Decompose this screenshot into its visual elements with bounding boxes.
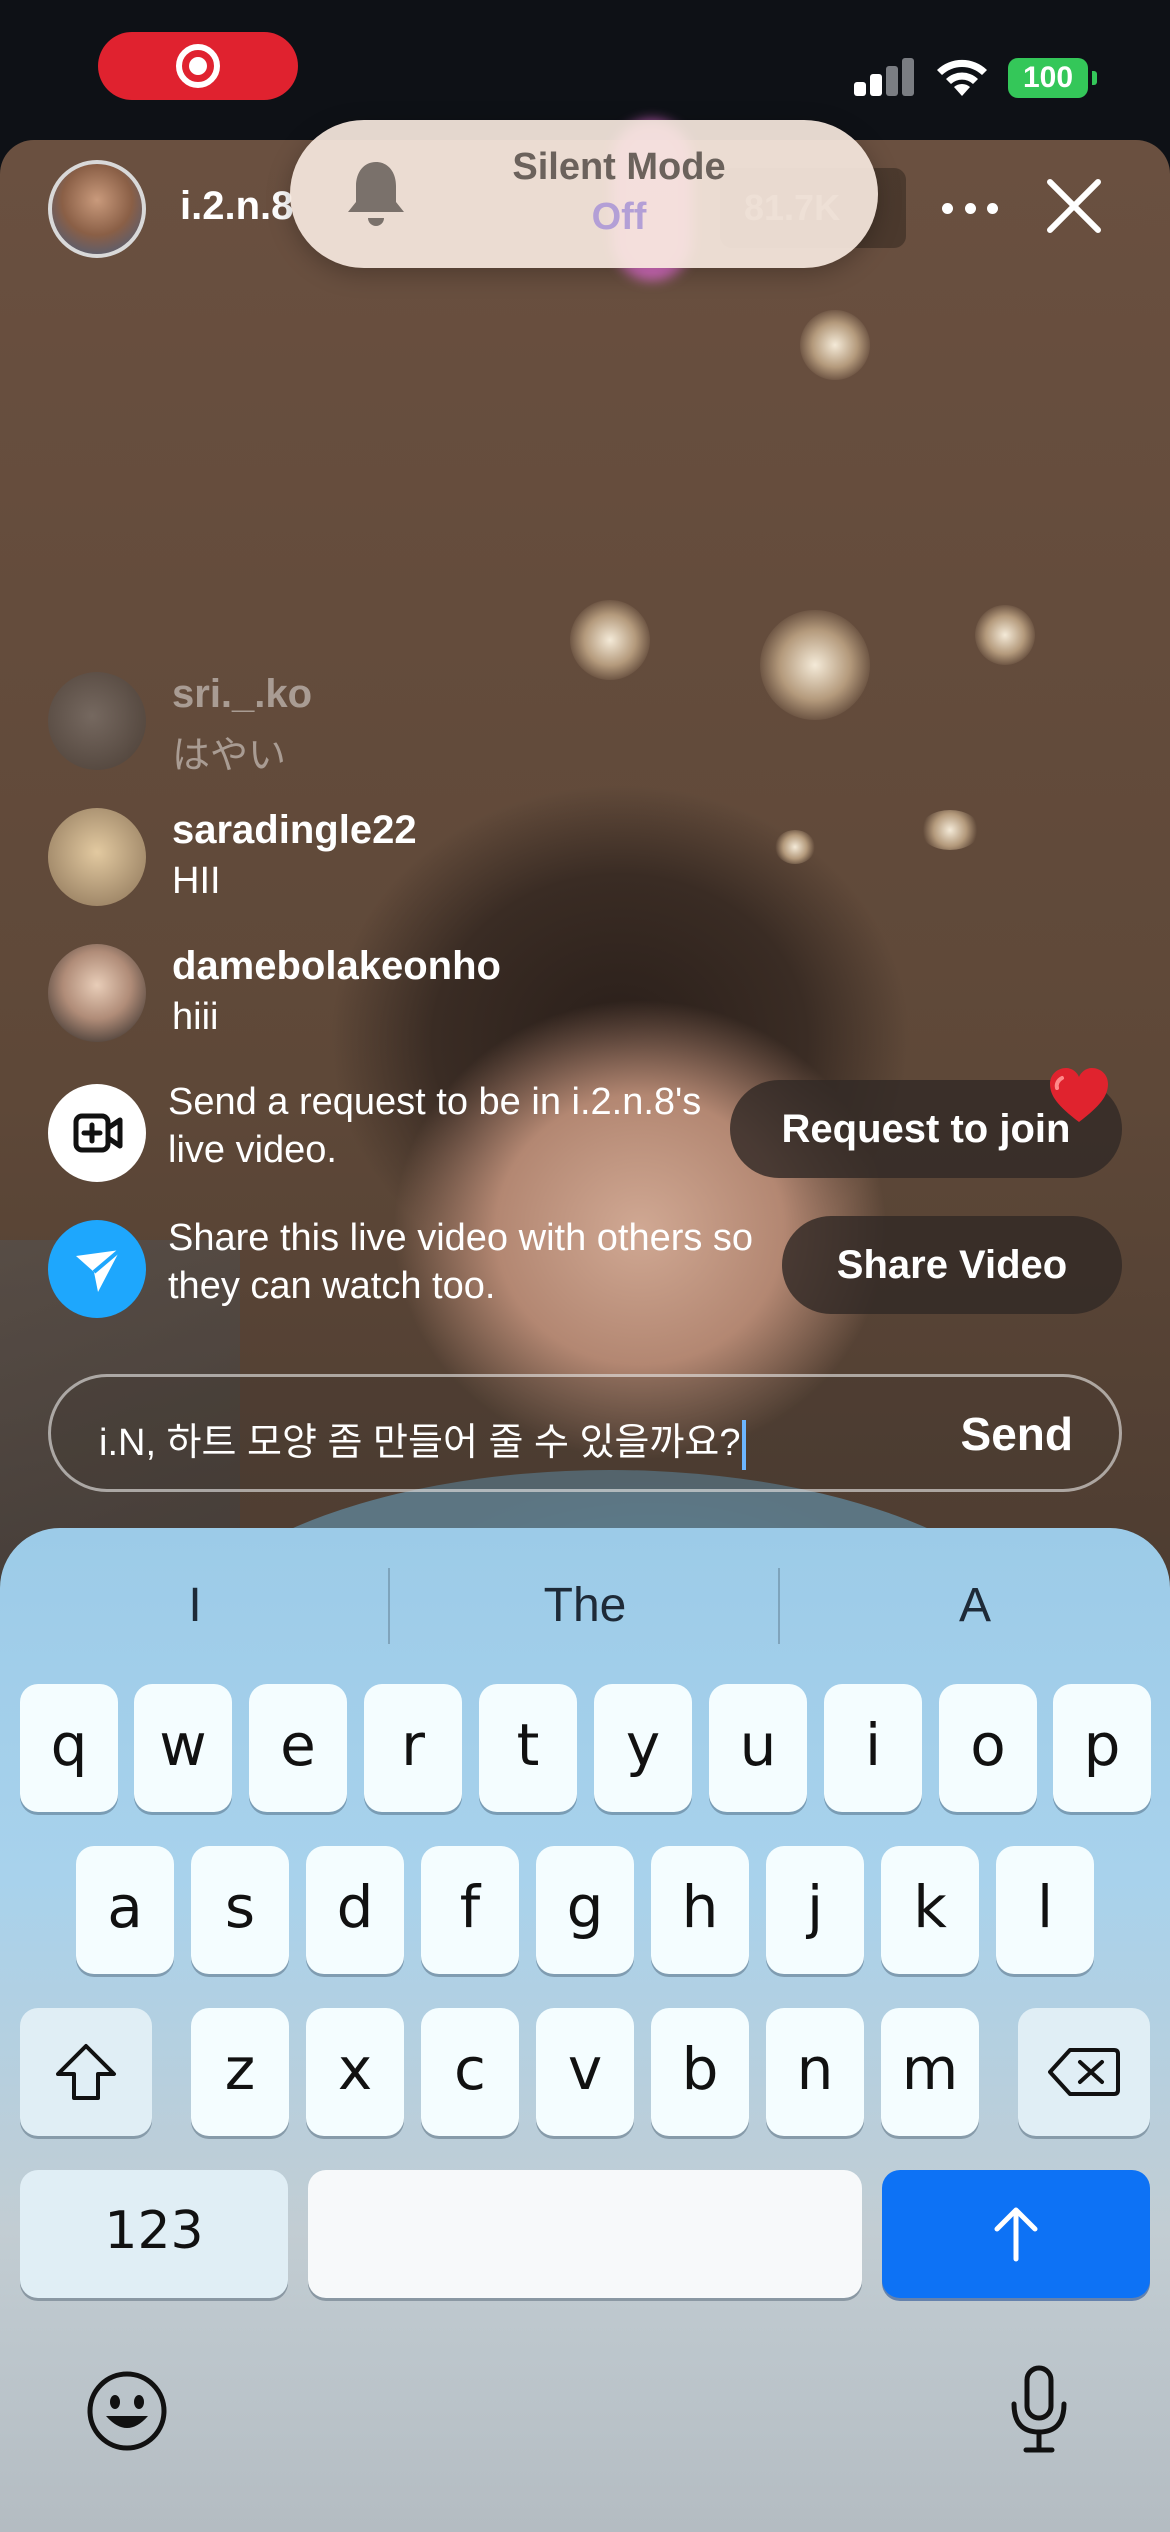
more-options-icon[interactable] <box>942 180 998 236</box>
key-o[interactable]: o <box>939 1684 1037 1812</box>
shift-key[interactable] <box>20 2008 152 2136</box>
comment-text: hiii <box>172 996 219 1038</box>
comment-text: HII <box>172 860 221 902</box>
key-d[interactable]: d <box>306 1846 404 1974</box>
share-send-icon <box>48 1220 146 1318</box>
screen-recording-indicator[interactable] <box>98 32 298 100</box>
comment-item[interactable]: saradingle22 HII <box>48 808 748 908</box>
comment-username[interactable]: sri._.ko <box>172 672 312 717</box>
text-caret <box>742 1419 747 1470</box>
arrow-up-icon <box>994 2207 1038 2262</box>
host-username[interactable]: i.2.n.8 <box>180 184 293 229</box>
key-c[interactable]: c <box>421 2008 519 2136</box>
key-m[interactable]: m <box>881 2008 979 2136</box>
battery-icon: 100 <box>1008 58 1097 98</box>
keyboard: I The A q w e r t y u i o p a s d f g h … <box>0 1528 1170 2532</box>
host-avatar[interactable] <box>48 160 146 258</box>
delete-key[interactable] <box>1018 2008 1150 2136</box>
share-prompt-text: Share this live video with others so the… <box>168 1217 754 1307</box>
key-a[interactable]: a <box>76 1846 174 1974</box>
key-v[interactable]: v <box>536 2008 634 2136</box>
comment-username[interactable]: saradingle22 <box>172 808 417 853</box>
request-prompt-text: Send a request to be in i.2.n.8's live v… <box>168 1081 702 1171</box>
key-z[interactable]: z <box>191 2008 289 2136</box>
video-join-icon <box>48 1084 146 1182</box>
status-bar: 100 <box>0 0 1170 140</box>
key-h[interactable]: h <box>651 1846 749 1974</box>
comment-text: はやい <box>172 735 287 777</box>
comment-item[interactable]: sri._.ko はやい <box>48 672 748 777</box>
microphone-icon[interactable] <box>1008 2364 1070 2456</box>
key-f[interactable]: f <box>421 1846 519 1974</box>
shift-icon <box>56 2044 116 2100</box>
send-button[interactable]: Send <box>961 1407 1073 1461</box>
space-key[interactable] <box>308 2170 862 2298</box>
key-q[interactable]: q <box>20 1684 118 1812</box>
emoji-icon[interactable] <box>86 2370 168 2452</box>
key-t[interactable]: t <box>479 1684 577 1812</box>
heart-reaction-icon <box>1050 1068 1108 1122</box>
key-u[interactable]: u <box>709 1684 807 1812</box>
suggestion-1[interactable]: I <box>0 1578 390 1633</box>
key-b[interactable]: b <box>651 2008 749 2136</box>
battery-level: 100 <box>1022 61 1074 94</box>
key-r[interactable]: r <box>364 1684 462 1812</box>
comment-avatar[interactable] <box>48 944 146 1042</box>
cellular-signal-icon <box>854 58 916 96</box>
close-icon[interactable] <box>1044 176 1104 236</box>
comment-username[interactable]: damebolakeonho <box>172 944 501 989</box>
suggestion-3[interactable]: A <box>780 1578 1170 1633</box>
key-j[interactable]: j <box>766 1846 864 1974</box>
comment-item[interactable]: damebolakeonho hiii <box>48 944 748 1044</box>
send-key[interactable] <box>882 2170 1150 2298</box>
key-e[interactable]: e <box>249 1684 347 1812</box>
backspace-icon <box>1048 2048 1120 2096</box>
key-w[interactable]: w <box>134 1684 232 1812</box>
comment-avatar[interactable] <box>48 672 146 770</box>
comment-avatar[interactable] <box>48 808 146 906</box>
wifi-icon <box>937 59 987 96</box>
silent-mode-title: Silent Mode <box>512 146 726 188</box>
suggestion-2[interactable]: The <box>390 1578 780 1633</box>
comment-input-value[interactable]: i.N, 하트 모양 좀 만들어 줄 수 있을까요? <box>99 1411 747 1470</box>
key-l[interactable]: l <box>996 1846 1094 1974</box>
key-y[interactable]: y <box>594 1684 692 1812</box>
key-x[interactable]: x <box>306 2008 404 2136</box>
key-g[interactable]: g <box>536 1846 634 1974</box>
key-n[interactable]: n <box>766 2008 864 2136</box>
comment-input[interactable]: i.N, 하트 모양 좀 만들어 줄 수 있을까요? Send <box>48 1374 1122 1492</box>
key-s[interactable]: s <box>191 1846 289 1974</box>
key-k[interactable]: k <box>881 1846 979 1974</box>
key-p[interactable]: p <box>1053 1684 1151 1812</box>
share-video-button[interactable]: Share Video <box>782 1216 1122 1314</box>
silent-mode-state: Off <box>591 196 647 238</box>
key-i[interactable]: i <box>824 1684 922 1812</box>
numbers-key[interactable]: 123 <box>20 2170 288 2298</box>
silent-mode-banner: Silent Mode Off <box>290 120 878 268</box>
